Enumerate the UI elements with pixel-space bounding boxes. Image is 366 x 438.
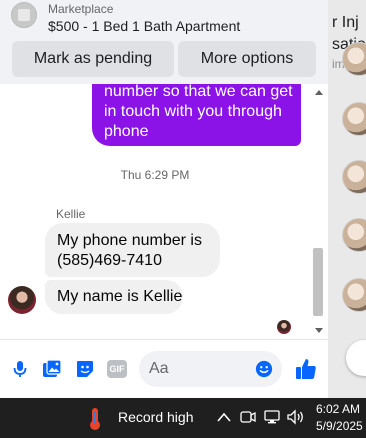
scroll-up-arrow-icon[interactable]	[315, 90, 323, 95]
sticker-icon[interactable]	[75, 359, 95, 379]
background-avatar	[342, 102, 366, 136]
read-receipt-avatar	[277, 320, 291, 334]
volume-icon[interactable]	[287, 409, 305, 425]
message-timestamp: Thu 6:29 PM	[120, 168, 190, 182]
sent-message: number so that we can get in touch with …	[92, 84, 301, 146]
sender-name: Kellie	[56, 207, 86, 221]
received-message: My phone number is (585)469-7410	[45, 223, 220, 277]
mark-as-pending-button[interactable]: Mark as pending	[12, 41, 174, 77]
sender-avatar[interactable]	[8, 286, 36, 314]
network-icon[interactable]	[264, 409, 280, 425]
clock-time[interactable]: 6:02 AM	[316, 402, 360, 416]
like-icon[interactable]	[294, 357, 318, 381]
message-composer: GIF	[0, 339, 328, 398]
received-message: My name is Kellie	[45, 280, 183, 314]
thermometer-icon[interactable]	[88, 407, 102, 431]
scrollbar[interactable]	[312, 88, 326, 336]
background-avatar	[342, 278, 366, 312]
listing-thumbnail[interactable]	[11, 2, 37, 28]
more-options-button[interactable]: More options	[178, 41, 316, 77]
listing-title[interactable]: $500 - 1 Bed 1 Bath Apartment	[48, 18, 240, 34]
message-list: number so that we can get in touch with …	[0, 84, 328, 339]
background-avatar	[342, 218, 366, 252]
message-line: My phone number is	[57, 232, 202, 249]
photo-icon[interactable]	[42, 359, 62, 379]
camera-icon[interactable]	[240, 409, 256, 425]
background-text-1: r Inj	[332, 14, 359, 31]
background-action-button[interactable]	[346, 340, 366, 376]
chevron-up-icon[interactable]	[217, 411, 231, 423]
chat-window: Marketplace $500 - 1 Bed 1 Bath Apartmen…	[0, 0, 328, 398]
background-page: r Inj sation ima	[328, 0, 366, 398]
chat-header: Marketplace $500 - 1 Bed 1 Bath Apartmen…	[0, 0, 328, 84]
message-line: number so that we can get	[104, 84, 293, 100]
scroll-down-arrow-icon[interactable]	[315, 328, 323, 333]
chat-source: Marketplace	[48, 2, 114, 16]
scrollbar-thumb[interactable]	[313, 248, 323, 316]
weather-status[interactable]: Record high	[118, 409, 194, 425]
gif-icon[interactable]: GIF	[107, 360, 127, 378]
message-line: in touch with you through	[104, 103, 282, 120]
emoji-icon[interactable]	[255, 360, 273, 378]
clock-date[interactable]: 5/9/2025	[316, 419, 363, 433]
microphone-icon[interactable]	[10, 359, 30, 379]
taskbar: Record high 6:02 AM 5/9/2025	[0, 398, 366, 438]
background-avatar	[342, 160, 366, 194]
message-line: phone	[104, 123, 149, 140]
message-line: (585)469-7410	[57, 252, 162, 269]
message-line: My name is Kellie	[57, 288, 183, 305]
